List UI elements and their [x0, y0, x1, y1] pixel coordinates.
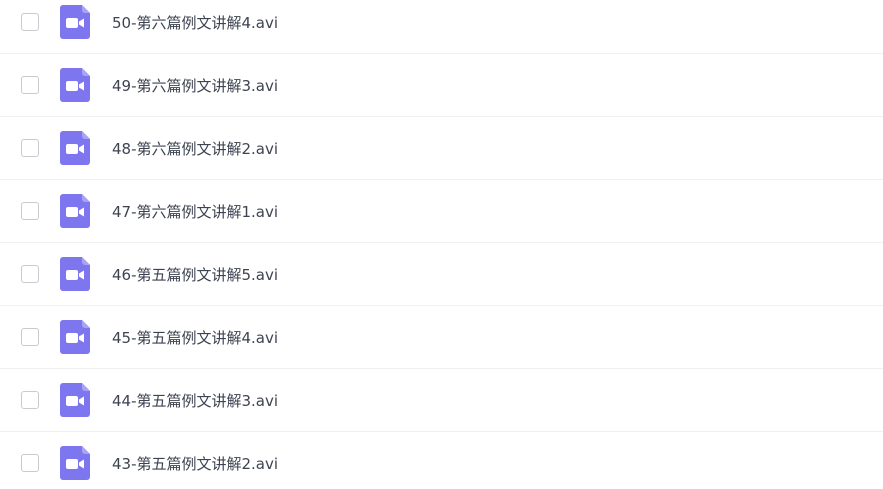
list-item[interactable]: 47-第六篇例文讲解1.avi — [0, 180, 883, 243]
file-name[interactable]: 45-第五篇例文讲解4.avi — [112, 327, 278, 348]
list-item[interactable]: 46-第五篇例文讲解5.avi — [0, 243, 883, 306]
video-file-icon — [60, 194, 90, 228]
list-item[interactable]: 45-第五篇例文讲解4.avi — [0, 306, 883, 369]
video-file-icon — [60, 320, 90, 354]
row-checkbox[interactable] — [21, 328, 39, 346]
file-list: 50-第六篇例文讲解4.avi 49-第六篇例文讲解3.avi 48-第六篇例文… — [0, 0, 883, 480]
list-item[interactable]: 43-第五篇例文讲解2.avi — [0, 432, 883, 480]
video-file-icon — [60, 383, 90, 417]
file-name[interactable]: 43-第五篇例文讲解2.avi — [112, 453, 278, 474]
video-file-icon — [60, 5, 90, 39]
row-checkbox[interactable] — [21, 454, 39, 472]
row-checkbox[interactable] — [21, 202, 39, 220]
video-file-icon — [60, 68, 90, 102]
video-file-icon — [60, 446, 90, 480]
row-checkbox[interactable] — [21, 76, 39, 94]
file-name[interactable]: 49-第六篇例文讲解3.avi — [112, 75, 278, 96]
file-name[interactable]: 44-第五篇例文讲解3.avi — [112, 390, 278, 411]
list-item[interactable]: 44-第五篇例文讲解3.avi — [0, 369, 883, 432]
file-name[interactable]: 50-第六篇例文讲解4.avi — [112, 12, 278, 33]
list-item[interactable]: 50-第六篇例文讲解4.avi — [0, 0, 883, 54]
row-checkbox[interactable] — [21, 139, 39, 157]
list-item[interactable]: 49-第六篇例文讲解3.avi — [0, 54, 883, 117]
file-name[interactable]: 48-第六篇例文讲解2.avi — [112, 138, 278, 159]
row-checkbox[interactable] — [21, 391, 39, 409]
file-name[interactable]: 47-第六篇例文讲解1.avi — [112, 201, 278, 222]
video-file-icon — [60, 131, 90, 165]
row-checkbox[interactable] — [21, 13, 39, 31]
video-file-icon — [60, 257, 90, 291]
row-checkbox[interactable] — [21, 265, 39, 283]
list-item[interactable]: 48-第六篇例文讲解2.avi — [0, 117, 883, 180]
file-name[interactable]: 46-第五篇例文讲解5.avi — [112, 264, 278, 285]
